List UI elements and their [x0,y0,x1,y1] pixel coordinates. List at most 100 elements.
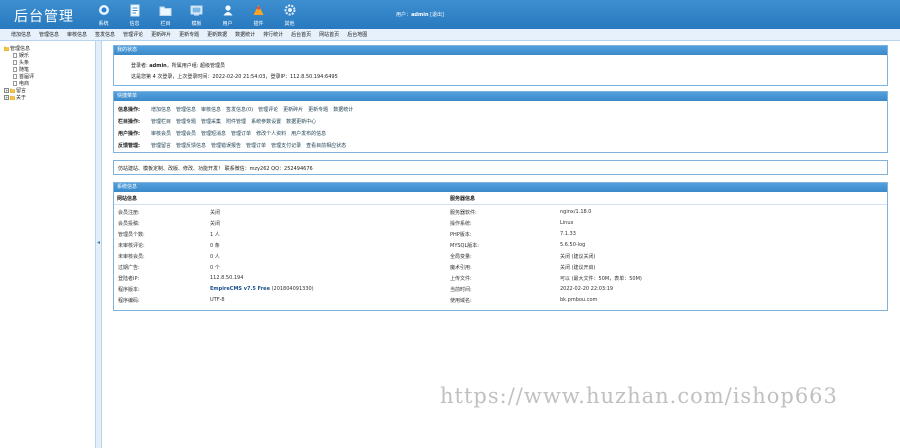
menubar-item[interactable]: 更新数据 [207,31,227,38]
site-info-value: 1 人 [210,232,220,238]
status-panel: 我的状态 登录者: admin，所属用户组: 超级管理员 这是您第 4 次登录，… [113,45,888,86]
site-info-value: 112.8.50.194 [210,275,244,281]
tree-item[interactable]: 娱乐 [13,52,95,59]
shortcut-link[interactable]: 管理会员 [176,130,196,137]
shortcut-link[interactable]: 签发信息(0) [226,106,253,113]
system-info-panel: 系统信息 网站信息 服务器信息 会员注册: 关闭 会员投稿: 关闭 管理员个数:… [113,182,888,311]
shortcut-link[interactable]: 管理栏目 [151,118,171,125]
server-info-key: 上传文件: [450,276,472,282]
site-info-key: 程序编码: [118,298,140,304]
user-info: 用户：admin [退出] [396,11,444,18]
shortcut-link[interactable]: 更新碎片 [283,106,303,113]
shortcut-row: 信息操作: 增加信息 管理信息 审核信息 签发信息(0) 管理评论 更新碎片 更… [118,104,358,114]
shortcut-link[interactable]: 管理专题 [176,118,196,125]
site-info-value: 0 个 [210,265,220,271]
menubar-item[interactable]: 更新碎片 [151,31,171,38]
top-nav-plugin[interactable]: 插件 [243,1,274,28]
menubar-item[interactable]: 管理信息 [39,31,59,38]
shortcut-link[interactable]: 管理评论 [258,106,278,113]
shortcut-link[interactable]: 管理反馈信息 [176,142,206,149]
folder-icon [3,46,10,52]
folder-icon [9,95,16,101]
server-info-key: 操作系统: [450,221,472,227]
top-nav-system[interactable]: 系统 [88,1,119,28]
top-nav-column[interactable]: 栏目 [150,1,181,28]
top-nav-label: 模板 [191,21,202,27]
shortcut-link[interactable]: 审核信息 [201,106,221,113]
shortcut-link[interactable]: 管理采集 [201,118,221,125]
server-info-value: 5.6.50-log [560,242,586,248]
user-prefix: 用户： [396,12,412,18]
menubar-item[interactable]: 更新专题 [179,31,199,38]
shortcut-link[interactable]: 管理订单 [246,142,266,149]
tree-item[interactable]: 随笔 [13,66,95,73]
top-nav-other[interactable]: 其他 [274,1,305,28]
logout-link[interactable]: [退出] [430,12,444,18]
menubar-item[interactable]: 后台地图 [347,31,367,38]
menubar-item[interactable]: 签发信息 [95,31,115,38]
expand-icon[interactable]: + [4,88,9,93]
top-nav-label: 用户 [222,21,233,27]
shortcut-link[interactable]: 附件管理 [226,118,246,125]
tree-root[interactable]: 管理信息 [3,45,95,52]
tree-item-label: 娱乐 [19,53,30,59]
top-nav-user[interactable]: 用户 [212,1,243,28]
tree-item[interactable]: 电商 [13,80,95,87]
shortcut-link[interactable]: 管理信息 [176,106,196,113]
tree-item[interactable]: 首届评 [13,73,95,80]
shortcut-link[interactable]: 管理订单 [231,130,251,137]
login-line: 登录者: admin，所属用户组: 超级管理员 [131,62,225,69]
menubar-item[interactable]: 网站首页 [319,31,339,38]
server-info-key: 当前时间: [450,287,472,293]
sidebar-tree: 管理信息 娱乐 头条 随笔 首届评 电商 + 留言 + 关于 [0,41,96,448]
shortcut-link[interactable]: 修改个人资料 [256,130,286,137]
shortcut-row-label: 信息操作: [118,106,140,113]
notice-text: 仿站建站、模板定制、改版、修改、功能开发！ 联系微信：mzy262 QQ：252… [118,166,313,172]
site-info-value: 0 人 [210,254,220,260]
tree-item-collapsed[interactable]: + 关于 [4,94,95,101]
sidebar-splitter[interactable]: ◂ [96,41,102,448]
server-info-header: 服务器信息 [450,196,476,202]
tree-item[interactable]: 头条 [13,59,95,66]
menubar-item[interactable]: 管理评论 [123,31,143,38]
server-info-value: 7.1.33 [560,231,576,237]
shortcut-link[interactable]: 用户发布的信息 [291,130,326,137]
shortcut-link[interactable]: 审核会员 [151,130,171,137]
shortcut-link[interactable]: 数据更新中心 [286,118,316,125]
info-doc-icon [128,3,142,17]
shortcut-link[interactable]: 管理支付记录 [271,142,301,149]
site-info-key: 程序版本: [118,287,140,293]
tree-item-collapsed[interactable]: + 留言 [4,87,95,94]
shortcut-link[interactable]: 管理短消息 [201,130,226,137]
collapse-arrow-icon[interactable]: ◂ [97,239,100,246]
shortcut-link[interactable]: 更新专题 [308,106,328,113]
top-nav-info[interactable]: 信息 [119,1,150,28]
shortcut-link[interactable]: 管理错误报告 [211,142,241,149]
cms-version[interactable]: EmpireCMS v7.5 Free [210,286,270,292]
top-header: 后台管理 系统 信息 栏目 模板 用户 插件 其他 用户：admin [退出] [0,0,900,29]
shortcut-link[interactable]: 数据统计 [333,106,353,113]
site-info-key: 未审核评论: [118,243,145,249]
app-logo: 后台管理 [14,9,74,25]
server-info-value: 可以 (最大文件：50M，表单：50M) [560,276,642,282]
menubar-item[interactable]: 增加信息 [11,31,31,38]
shortcut-link[interactable]: 系统参数设置 [251,118,281,125]
server-info-value: 2022-02-20 22:03:19 [560,286,614,292]
site-info-value: UTF-8 [210,297,225,303]
folder-icon [159,3,173,17]
folder-icon [9,88,16,94]
tree-item-label: 随笔 [19,67,30,73]
menubar-item[interactable]: 后台首页 [291,31,311,38]
top-nav-template[interactable]: 模板 [181,1,212,28]
expand-icon[interactable]: + [4,95,9,100]
server-info-value: 关闭 (建议关闭) [560,254,596,260]
shortcut-link[interactable]: 增加信息 [151,106,171,113]
shortcut-link[interactable]: 管理留言 [151,142,171,149]
menubar-item[interactable]: 数据统计 [235,31,255,38]
site-info-key: 会员投稿: [118,221,140,227]
top-nav-label: 插件 [253,21,264,27]
page-icon [13,53,17,58]
shortcut-link[interactable]: 查看目前相应状态 [306,142,346,149]
menubar-item[interactable]: 审核信息 [67,31,87,38]
menubar-item[interactable]: 排行统计 [263,31,283,38]
